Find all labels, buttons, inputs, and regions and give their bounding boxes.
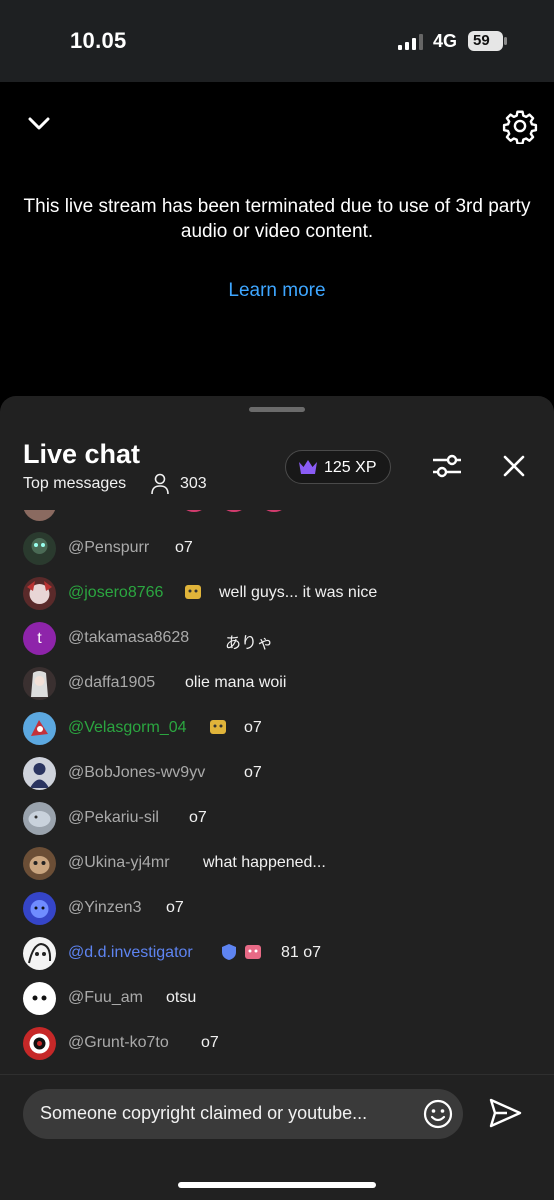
drag-handle[interactable]: [249, 407, 305, 412]
message-text: what happened...: [203, 854, 326, 871]
emoji-icon[interactable]: [422, 1098, 454, 1130]
chat-input-value[interactable]: Someone copyright claimed or youtube...: [40, 1103, 367, 1124]
avatar[interactable]: [23, 847, 56, 880]
signal-icon: [398, 34, 423, 50]
avatar[interactable]: [23, 982, 56, 1015]
crown-icon: [299, 460, 317, 474]
message-text: o7: [175, 539, 193, 556]
gear-icon[interactable]: [502, 108, 538, 144]
list-item: [0, 510, 554, 526]
sliders-icon[interactable]: [430, 450, 464, 482]
list-item[interactable]: @daffa1905 olie mana woii: [0, 661, 554, 706]
list-item[interactable]: @josero8766 well guys... it was nice: [0, 571, 554, 616]
message-text: ありゃ: [225, 635, 274, 652]
message-author[interactable]: @daffa1905: [68, 674, 155, 692]
message-text: olie mana woii: [185, 674, 287, 691]
chevron-down-icon[interactable]: [24, 110, 54, 136]
battery-level: 59: [473, 32, 490, 49]
avatar[interactable]: [23, 532, 56, 565]
chat-input[interactable]: Someone copyright claimed or youtube...: [23, 1089, 463, 1139]
message-author[interactable]: @Pekariu-sil: [68, 809, 159, 827]
message-author[interactable]: @takamasa8628: [68, 629, 189, 647]
list-item[interactable]: @d.d.investigator 81 o7: [0, 931, 554, 976]
member-badge-icon: [185, 585, 201, 599]
list-item[interactable]: @BobJones-wv9yv o7: [0, 751, 554, 796]
message-text: o7: [201, 1034, 219, 1051]
list-item[interactable]: @Yinzen3 o7: [0, 886, 554, 931]
avatar[interactable]: [23, 757, 56, 790]
member-badge-icon: [245, 945, 261, 959]
member-badge-icon: [210, 720, 226, 734]
chat-message-list[interactable]: @Penspurr o7 @josero8766 well guys... it…: [0, 510, 554, 1070]
message-author[interactable]: @Penspurr: [68, 539, 149, 557]
viewer-count: 303: [180, 475, 207, 492]
message-author[interactable]: @josero8766: [68, 584, 163, 602]
avatar-initial: t: [37, 630, 42, 647]
avatar: [23, 510, 56, 521]
xp-label: 125 XP: [324, 459, 377, 476]
message-text: 81 o7: [281, 944, 322, 961]
avatar[interactable]: [23, 937, 56, 970]
avatar[interactable]: [23, 802, 56, 835]
chat-title: Live chat: [23, 439, 141, 469]
xp-button[interactable]: 125 XP: [285, 450, 391, 484]
message-author[interactable]: @Yinzen3: [68, 899, 141, 917]
message-author[interactable]: @Velasgorm_04: [68, 719, 187, 737]
message-author[interactable]: @BobJones-wv9yv: [68, 764, 205, 782]
list-item[interactable]: t @takamasa8628 ありゃ: [0, 616, 554, 661]
message-author[interactable]: @Fuu_am: [68, 989, 143, 1007]
status-bar: 10.05 4G 59: [0, 0, 554, 82]
home-indicator[interactable]: [178, 1182, 376, 1188]
avatar[interactable]: [23, 577, 56, 610]
list-item[interactable]: @Pekariu-sil o7: [0, 796, 554, 841]
heart-emote-icon: [186, 510, 282, 512]
avatar[interactable]: [23, 892, 56, 925]
message-author[interactable]: @Grunt-ko7to: [68, 1034, 169, 1052]
message-text: o7: [189, 809, 207, 826]
emote-row: [180, 510, 290, 523]
message-author[interactable]: @d.d.investigator: [68, 944, 193, 962]
video-player: This live stream has been terminated due…: [0, 82, 554, 400]
message-text: o7: [166, 899, 184, 916]
termination-message: This live stream has been terminated due…: [23, 196, 531, 242]
message-text: otsu: [166, 989, 197, 1006]
moderator-shield-icon: [222, 944, 236, 960]
network-type: 4G: [433, 31, 458, 51]
person-icon: [151, 473, 169, 495]
list-item[interactable]: @Velasgorm_04 o7: [0, 706, 554, 751]
message-author[interactable]: @Ukina-yj4mr: [68, 854, 170, 872]
live-chat-panel: Live chat Top messages 303 125 XP @Pensp…: [0, 396, 554, 1200]
list-item[interactable]: @Grunt-ko7to o7: [0, 1021, 554, 1066]
list-item[interactable]: @Fuu_am otsu: [0, 976, 554, 1021]
battery-icon: 59: [468, 31, 508, 51]
status-time: 10.05: [70, 28, 127, 53]
list-item[interactable]: @Penspurr o7: [0, 526, 554, 571]
list-item[interactable]: @Ukina-yj4mr what happened...: [0, 841, 554, 886]
message-text: o7: [244, 764, 262, 781]
avatar[interactable]: [23, 667, 56, 700]
avatar[interactable]: [23, 712, 56, 745]
send-icon[interactable]: [487, 1095, 523, 1131]
message-text: o7: [244, 719, 262, 736]
message-text: well guys... it was nice: [219, 584, 378, 601]
close-icon[interactable]: [500, 452, 528, 480]
avatar[interactable]: [23, 1027, 56, 1060]
learn-more-link[interactable]: Learn more: [0, 280, 554, 302]
chat-mode-label[interactable]: Top messages: [23, 475, 126, 493]
avatar[interactable]: t: [23, 622, 56, 655]
